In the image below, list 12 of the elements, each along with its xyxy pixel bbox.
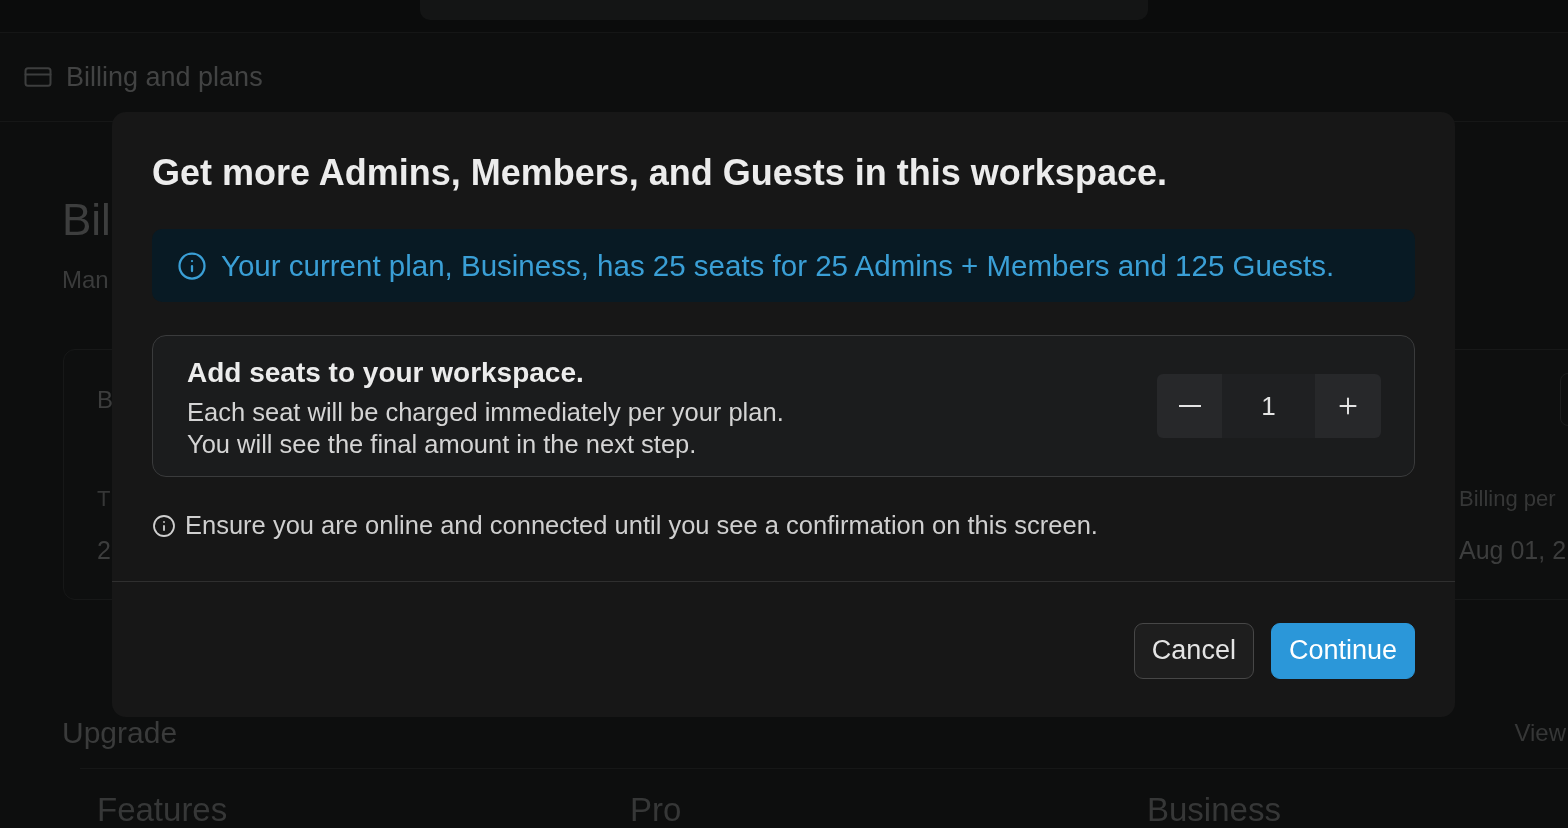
minus-icon bbox=[1178, 405, 1201, 407]
info-text: Your current plan, Business, has 25 seats for 25 Admins + Members and 125 Guests. bbox=[221, 250, 1335, 281]
continue-button[interactable]: Continue bbox=[1270, 622, 1415, 679]
dialog-title: Get more Admins, Members, and Guests in this workspace. bbox=[152, 155, 1167, 191]
info-icon bbox=[152, 513, 176, 538]
note-text: Ensure you are online and connected until you see a confirmation on this screen. bbox=[185, 513, 1098, 539]
seats-description: You will see the final amount in the next step. bbox=[187, 428, 697, 460]
seats-description: Each seat will be charged immediately per your plan. bbox=[187, 396, 784, 428]
cancel-button[interactable]: Cancel bbox=[1133, 622, 1254, 679]
seats-heading: Add seats to your workspace. bbox=[187, 356, 584, 389]
quantity-field[interactable]: 1 bbox=[1222, 374, 1315, 438]
info-icon bbox=[177, 250, 207, 281]
